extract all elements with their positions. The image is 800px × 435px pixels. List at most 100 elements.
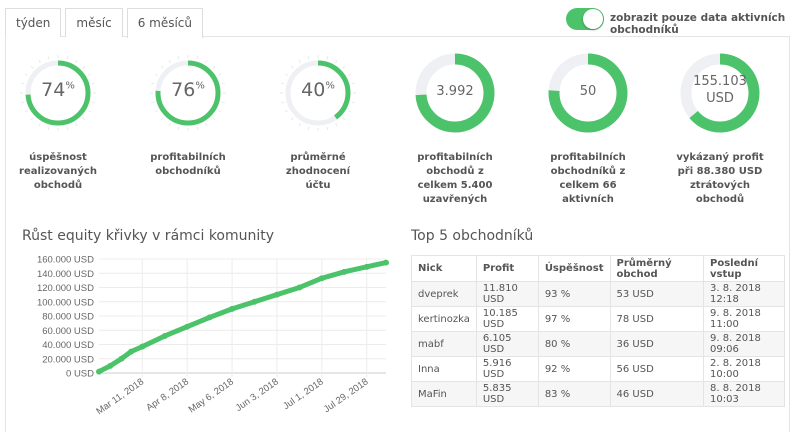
stat-label: profitabilních obchodníků z celkem 66 ak…	[550, 152, 626, 205]
stat-label: profitabilních obchodníků	[150, 152, 226, 177]
stat-value: 76%	[128, 79, 248, 101]
data-point	[383, 259, 389, 266]
value: 74	[41, 79, 66, 101]
tick-mark	[212, 65, 216, 69]
table-cell: 83 %	[537, 381, 611, 407]
unit: %	[325, 80, 335, 92]
column-header: Nick	[411, 255, 477, 282]
tick-mark	[21, 101, 25, 104]
tick-mark	[284, 110, 288, 113]
tick-mark	[284, 73, 288, 76]
tick-mark	[168, 123, 171, 127]
table-row: MaFin 5.835 USD 83 % 46 USD 8. 8. 2018 10:03	[411, 381, 785, 407]
table-cell: mabf	[411, 331, 477, 357]
table-cell: 92 %	[537, 356, 611, 382]
table-cell: 9. 8. 2018 09:06	[703, 331, 785, 357]
value: 40	[301, 79, 326, 101]
data-point	[161, 332, 168, 339]
tick-mark	[348, 73, 352, 76]
data-point	[184, 323, 191, 330]
table-cell: kertinozka	[411, 306, 477, 332]
toggle-label: zobrazit pouze data aktivních obchodníků	[610, 12, 786, 36]
table-row: dveprek 11.810 USD 93 % 53 USD 3. 8. 2018 12…	[411, 281, 785, 307]
tick-mark	[30, 117, 34, 121]
tick-mark	[82, 117, 86, 121]
tab-week[interactable]: týden	[5, 8, 62, 37]
table-cell: 80 %	[537, 331, 611, 357]
data-point	[318, 275, 325, 282]
y-tick-label: 160.000 USD	[37, 255, 94, 266]
chart-title: Růst equity křivky v rámci komunity	[22, 228, 275, 244]
data-point	[128, 348, 135, 355]
tick-mark	[24, 110, 28, 113]
y-tick-label: 60.000 USD	[42, 326, 94, 337]
tick-mark	[30, 65, 34, 69]
table-cell: MaFin	[411, 381, 477, 407]
stat-label: průměrné zhodnocení účtu	[285, 152, 351, 191]
data-point	[251, 298, 258, 305]
column-header: Profit	[475, 255, 539, 282]
tick-mark	[82, 65, 86, 69]
value: 155.103	[693, 74, 747, 89]
table-row: mabf 6.105 USD 80 % 36 USD 9. 8. 2018 09:06	[411, 331, 785, 357]
table-cell: 11.810 USD	[475, 281, 539, 307]
tick-mark	[221, 101, 225, 104]
stat-6: 155.103 USD vykázaný profit při 88.380 USD…	[660, 45, 780, 207]
tick-mark	[342, 117, 346, 121]
tick-mark	[218, 73, 222, 76]
active-traders-toggle[interactable]	[566, 8, 604, 30]
table-cell: 36 USD	[609, 331, 704, 357]
table-cell: 5.835 USD	[475, 381, 539, 407]
stat-label: profitabilních obchodů z celkem 5.400 uz…	[417, 152, 493, 205]
stat-4: 3.992 profitabilních obchodů z celkem 5.4…	[395, 45, 515, 207]
top-traders-title: Top 5 obchodníků	[411, 228, 534, 244]
x-tick-label: Mar 11, 2018	[94, 376, 146, 417]
tick-mark	[298, 59, 301, 63]
stat-label: úspěšnost realizovaných obchodů	[19, 152, 97, 191]
tick-mark	[154, 73, 158, 76]
tick-mark	[177, 126, 180, 130]
unit: %	[65, 80, 75, 92]
stat-label: vykázaný profit při 88.380 USD ztrátovýc…	[676, 152, 764, 205]
tick-mark	[47, 126, 50, 130]
table-cell: 6.105 USD	[475, 331, 539, 357]
data-point	[107, 362, 114, 369]
tab-month[interactable]: měsíc	[65, 8, 123, 37]
tick-mark	[151, 101, 155, 104]
tick-mark	[24, 73, 28, 76]
y-tick-label: 20.000 USD	[42, 354, 94, 365]
tick-mark	[168, 59, 171, 63]
tick-mark	[342, 65, 346, 69]
stat-1: 74% úspěšnost realizovaných obchodů	[0, 45, 118, 193]
table-cell: 97 %	[537, 306, 611, 332]
tick-mark	[307, 56, 310, 60]
tick-mark	[75, 59, 78, 63]
tick-mark	[66, 126, 69, 130]
period-tabs: týden měsíc 6 měsíců	[5, 8, 207, 38]
unit: %	[195, 80, 205, 92]
table-cell: 3. 8. 2018 12:18	[703, 281, 785, 307]
table-cell: 46 USD	[609, 381, 704, 407]
y-tick-label: 80.000 USD	[42, 312, 94, 323]
tick-mark	[75, 123, 78, 127]
top-traders-table: Nick Profit Úspěšnost Průměrný obchod Posled…	[411, 255, 785, 407]
data-point	[363, 263, 370, 270]
table-row: kertinozka 10.185 USD 97 % 78 USD 9. 8. 2018…	[411, 306, 785, 332]
data-point	[118, 355, 125, 362]
tick-mark	[205, 123, 208, 127]
tick-mark	[47, 56, 50, 60]
tick-mark	[326, 126, 329, 130]
tick-mark	[205, 59, 208, 63]
stat-5: 50 profitabilních obchodníků z celkem 66 …	[528, 45, 648, 207]
stat-3: 40% průměrné zhodnocení účtu	[258, 45, 378, 193]
tick-mark	[218, 110, 222, 113]
tick-mark	[307, 126, 310, 130]
tick-mark	[88, 110, 92, 113]
stat-value: 50	[528, 84, 648, 99]
tab-6-months[interactable]: 6 měsíců	[126, 8, 203, 38]
tick-mark	[335, 59, 338, 63]
x-tick-label: May 6, 2018	[187, 376, 236, 415]
tick-mark	[298, 123, 301, 127]
value: 3.992	[436, 84, 474, 99]
tick-mark	[351, 101, 355, 104]
